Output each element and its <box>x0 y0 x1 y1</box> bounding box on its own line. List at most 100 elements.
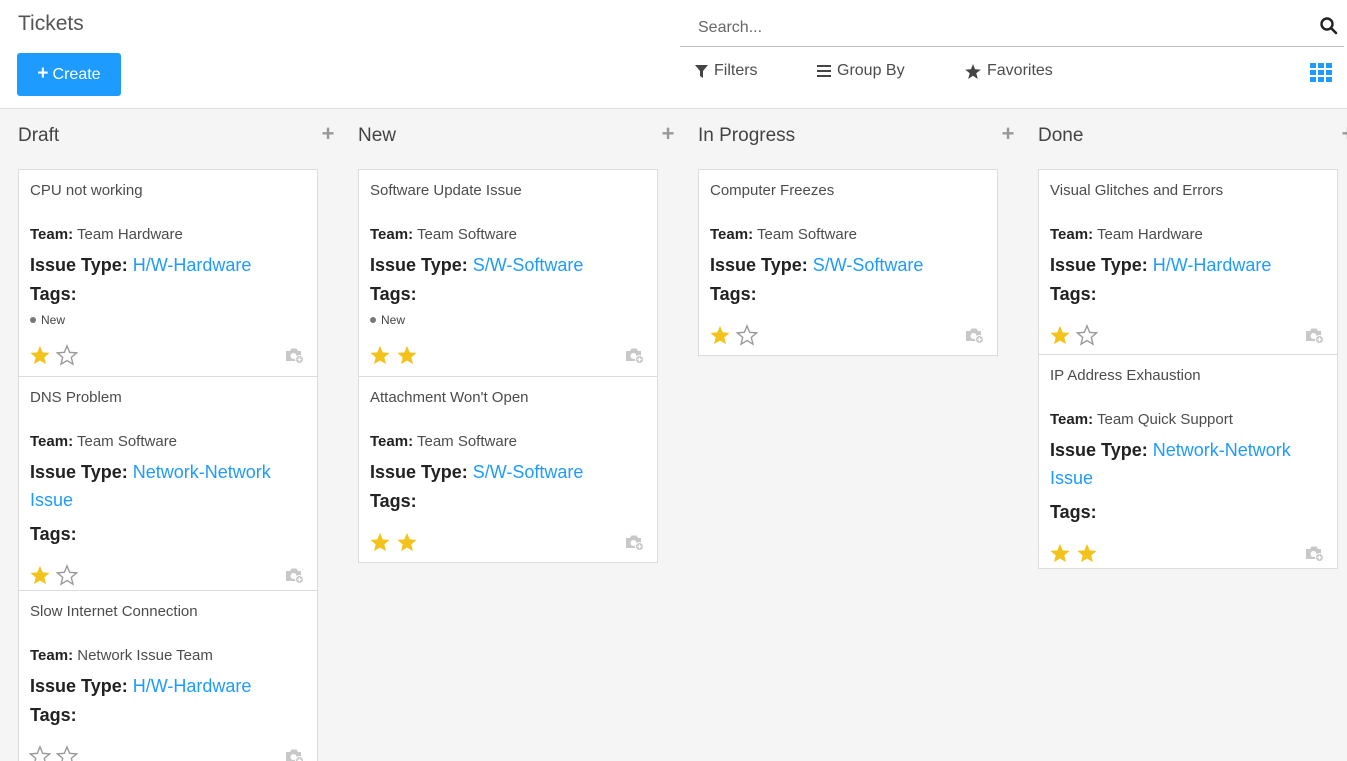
issue-type-label: Issue Type: <box>1050 440 1148 460</box>
kanban-card[interactable]: Computer Freezes Team: Team Software Issue… <box>698 169 998 356</box>
card-team: Team: Team Software <box>710 226 857 243</box>
star-empty-icon[interactable] <box>56 564 78 586</box>
group-by-button[interactable]: Group By <box>817 62 905 80</box>
camera-icon[interactable] <box>284 568 305 584</box>
camera-icon[interactable] <box>624 535 645 551</box>
issue-type-link[interactable]: S/W-Software <box>473 255 584 275</box>
camera-icon[interactable] <box>624 348 645 364</box>
quick-create-plus-icon[interactable]: + <box>998 121 1018 147</box>
star-filled-icon[interactable] <box>29 564 51 586</box>
filters-button[interactable]: Filters <box>695 62 758 80</box>
star-filled-icon[interactable] <box>369 531 391 553</box>
issue-type-link[interactable]: S/W-Software <box>813 255 924 275</box>
issue-type-label: Issue Type: <box>370 462 468 482</box>
favorites-button[interactable]: Favorites <box>965 62 1053 80</box>
team-label: Team: <box>30 226 74 243</box>
kanban-card[interactable]: DNS Problem Team: Team Software Issue Type… <box>18 376 318 591</box>
kanban-card[interactable]: Slow Internet Connection Team: Network Is… <box>18 590 318 761</box>
create-button-label: Create <box>52 65 101 83</box>
star-filled-icon[interactable] <box>709 324 731 346</box>
star-empty-icon[interactable] <box>56 344 78 366</box>
bars-icon <box>817 65 831 77</box>
card-issue-type: Issue Type: S/W-Software <box>710 251 990 279</box>
team-label: Team: <box>30 433 74 450</box>
tags-label: Tags: <box>370 491 417 511</box>
kanban-card[interactable]: Software Update Issue Team: Team Software… <box>358 169 658 378</box>
priority-stars <box>709 324 758 346</box>
team-value: Team Software <box>756 226 858 243</box>
card-issue-type: Issue Type: Network-Network Issue <box>1050 436 1330 492</box>
team-label: Team: <box>1050 226 1094 243</box>
quick-create-plus-icon[interactable]: + <box>658 121 678 147</box>
camera-icon[interactable] <box>284 348 305 364</box>
quick-create-plus-icon[interactable]: + <box>318 121 338 147</box>
star-filled-icon[interactable] <box>396 344 418 366</box>
star-filled-icon[interactable] <box>1049 324 1071 346</box>
camera-icon[interactable] <box>1304 328 1325 344</box>
card-title: Attachment Won't Open <box>370 389 529 406</box>
priority-stars <box>369 344 418 366</box>
team-value: Team Software <box>76 433 178 450</box>
card-title: Computer Freezes <box>710 182 835 199</box>
team-value: Team Hardware <box>1096 226 1203 243</box>
issue-type-label: Issue Type: <box>30 255 128 275</box>
star-empty-icon[interactable] <box>56 745 78 761</box>
card-issue-type: Issue Type: H/W-Hardware <box>30 672 310 700</box>
issue-type-link[interactable]: H/W-Hardware <box>133 255 252 275</box>
kanban-card[interactable]: CPU not working Team: Team Hardware Issue … <box>18 169 318 378</box>
team-label: Team: <box>30 647 74 664</box>
star-icon <box>965 63 981 79</box>
priority-stars <box>369 531 418 553</box>
create-button[interactable]: + Create <box>17 53 121 96</box>
favorites-label: Favorites <box>987 62 1053 79</box>
star-filled-icon[interactable] <box>1049 542 1071 564</box>
tags-label: Tags: <box>30 705 77 725</box>
camera-icon[interactable] <box>1304 546 1325 562</box>
column-header: New + <box>358 121 678 151</box>
star-filled-icon[interactable] <box>1076 542 1098 564</box>
kanban-column-done: Done + Visual Glitches and Errors Team: Tea… <box>1038 109 1347 761</box>
priority-stars <box>1049 542 1098 564</box>
kanban-column-new: New + Software Update Issue Team: Team Soft… <box>358 109 678 761</box>
kanban-card[interactable]: IP Address Exhaustion Team: Team Quick Su… <box>1038 354 1338 569</box>
search-input[interactable] <box>698 16 1298 40</box>
column-header: In Progress + <box>698 121 1018 151</box>
control-panel: Tickets + Create Filters Group By Favori… <box>0 0 1347 109</box>
star-filled-icon[interactable] <box>369 344 391 366</box>
card-team: Team: Team Software <box>370 226 517 243</box>
star-empty-icon[interactable] <box>736 324 758 346</box>
tag-badge: New <box>370 313 405 327</box>
team-label: Team: <box>370 226 414 243</box>
issue-type-link[interactable]: S/W-Software <box>473 462 584 482</box>
page-title: Tickets <box>18 12 84 35</box>
card-issue-type: Issue Type: H/W-Hardware <box>1050 251 1330 279</box>
priority-stars <box>29 564 78 586</box>
column-title: New <box>358 125 397 146</box>
star-filled-icon[interactable] <box>396 531 418 553</box>
quick-create-plus-icon[interactable]: + <box>1338 121 1347 147</box>
tags-label: Tags: <box>370 284 417 304</box>
issue-type-link[interactable]: H/W-Hardware <box>133 676 252 696</box>
search-bar <box>680 8 1344 47</box>
priority-stars <box>29 745 78 761</box>
camera-icon[interactable] <box>964 328 985 344</box>
issue-type-link[interactable]: H/W-Hardware <box>1153 255 1272 275</box>
card-title: Visual Glitches and Errors <box>1050 182 1224 199</box>
tags-label: Tags: <box>30 524 77 544</box>
star-empty-icon[interactable] <box>1076 324 1098 346</box>
star-filled-icon[interactable] <box>29 344 51 366</box>
tag-dot-icon <box>30 317 36 323</box>
card-team: Team: Team Quick Support <box>1050 411 1233 428</box>
camera-icon[interactable] <box>284 749 305 761</box>
column-title: Done <box>1038 125 1084 146</box>
star-empty-icon[interactable] <box>29 745 51 761</box>
kanban-card[interactable]: Attachment Won't Open Team: Team Software… <box>358 376 658 563</box>
column-title: Draft <box>18 125 60 146</box>
card-issue-type: Issue Type: H/W-Hardware <box>30 251 310 279</box>
column-header: Draft + <box>18 121 338 151</box>
tag-label: New <box>41 313 66 327</box>
tags-label: Tags: <box>1050 284 1097 304</box>
kanban-view-icon[interactable] <box>1310 63 1332 83</box>
kanban-card[interactable]: Visual Glitches and Errors Team: Team Har… <box>1038 169 1338 356</box>
search-icon[interactable] <box>1319 16 1339 36</box>
